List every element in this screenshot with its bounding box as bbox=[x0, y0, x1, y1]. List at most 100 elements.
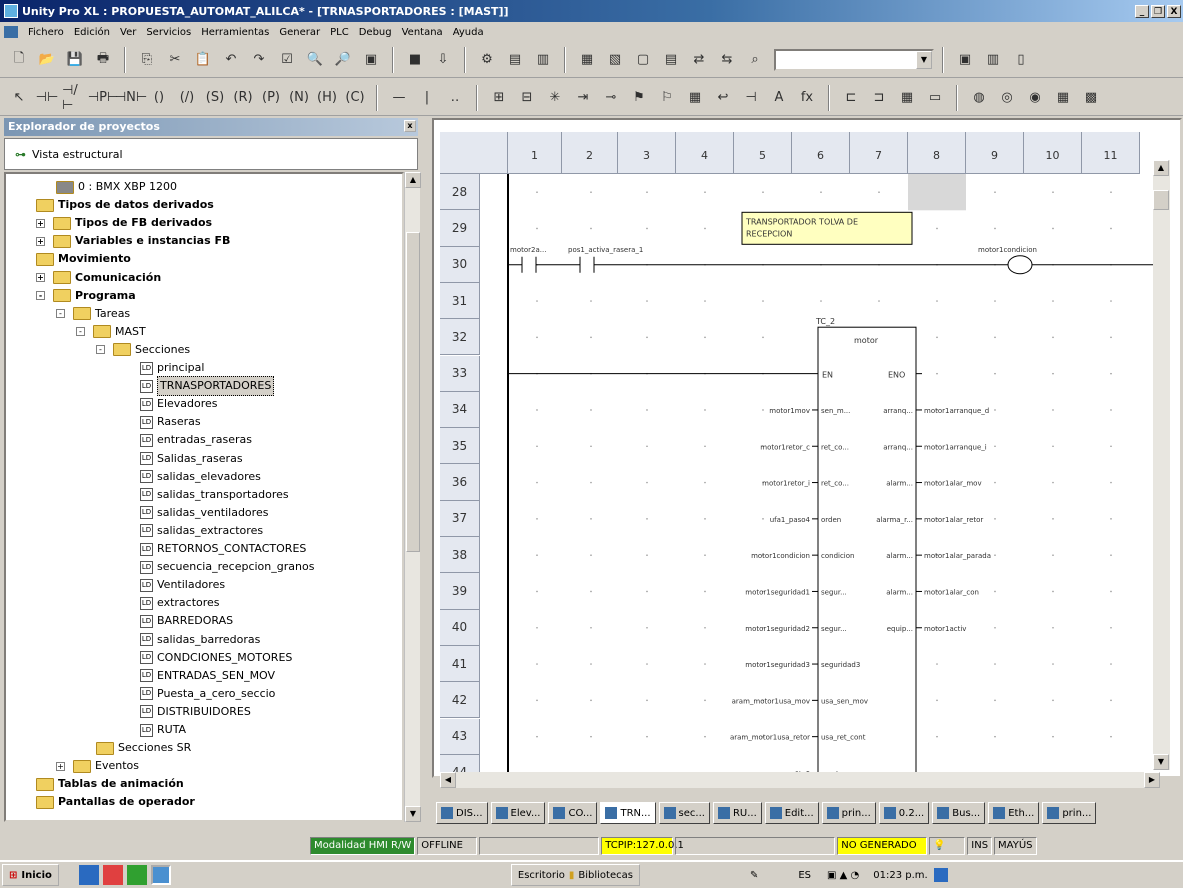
new-file-icon[interactable]: 🗋 bbox=[6, 47, 32, 73]
coil-reset-icon[interactable]: (R) bbox=[230, 85, 256, 111]
return-icon[interactable]: ↩ bbox=[710, 85, 736, 111]
operate-icon[interactable]: ⊞ bbox=[486, 85, 512, 111]
animation-icon[interactable]: ◍ bbox=[966, 85, 992, 111]
grid-icon[interactable]: ▦ bbox=[1050, 85, 1076, 111]
contact-nc-icon[interactable]: ⊣/⊢ bbox=[62, 83, 88, 113]
chevron-down-icon[interactable]: ▼ bbox=[916, 50, 932, 69]
copy-icon[interactable]: ⎘ bbox=[134, 47, 160, 73]
scroll-right-icon[interactable]: ▶ bbox=[1144, 772, 1160, 788]
coil-icon[interactable]: () bbox=[146, 85, 172, 111]
tree-item[interactable]: LD BARREDORAS bbox=[140, 612, 233, 630]
tree-item[interactable]: Movimiento bbox=[36, 250, 131, 268]
pen-icon[interactable]: ✎ bbox=[750, 870, 758, 881]
coil-p-icon[interactable]: (P) bbox=[258, 85, 284, 111]
save-icon[interactable]: 💾 bbox=[62, 47, 88, 73]
collapse-icon[interactable]: - bbox=[36, 291, 45, 301]
collapse-icon[interactable]: - bbox=[96, 345, 105, 355]
tree-item[interactable]: LD ENTRADAS_SEN_MOV bbox=[140, 667, 275, 685]
expand-icon[interactable]: + bbox=[36, 236, 45, 246]
tree-item[interactable]: LD Elevadores bbox=[140, 395, 218, 413]
transfer-icon[interactable]: ⇩ bbox=[430, 47, 456, 73]
menu-debug[interactable]: Debug bbox=[359, 27, 392, 38]
compare-icon[interactable]: ⊟ bbox=[514, 85, 540, 111]
tree-item[interactable]: LD salidas_elevadores bbox=[140, 468, 261, 486]
link-icon[interactable]: ✳ bbox=[542, 85, 568, 111]
menu-ventana[interactable]: Ventana bbox=[402, 27, 443, 38]
tree-item[interactable]: - Secciones bbox=[96, 341, 190, 359]
build-icon[interactable]: ■ bbox=[402, 47, 428, 73]
tree-item[interactable]: LD salidas_extractores bbox=[140, 522, 263, 540]
tree-item[interactable]: + Variables e instancias FB bbox=[36, 232, 230, 250]
tree-item[interactable]: LD salidas_transportadores bbox=[140, 486, 289, 504]
block-icon[interactable]: ▦ bbox=[682, 85, 708, 111]
tree-item[interactable]: LD Ventiladores bbox=[140, 576, 225, 594]
simulator-icon[interactable]: ▥ bbox=[530, 47, 556, 73]
window-icon[interactable]: ▢ bbox=[630, 47, 656, 73]
tree-item[interactable]: LD Puesta_a_cero_seccio bbox=[140, 685, 275, 703]
hline-icon[interactable]: — bbox=[386, 85, 412, 111]
section-tab[interactable]: RU... bbox=[712, 802, 762, 824]
ffb-assist-icon[interactable]: ⚐ bbox=[654, 85, 680, 111]
tree-item[interactable]: Tipos de datos derivados bbox=[36, 196, 214, 214]
monitor-icon[interactable]: ▭ bbox=[922, 85, 948, 111]
dots-icon[interactable]: ‥ bbox=[442, 85, 468, 111]
editor-hscrollbar[interactable]: ◀ ▶ bbox=[440, 772, 1160, 788]
jump-icon[interactable]: ⇥ bbox=[570, 85, 596, 111]
expand-icon[interactable]: + bbox=[56, 761, 65, 771]
section-tab[interactable]: prin... bbox=[821, 802, 876, 824]
tree-item[interactable]: LD CONDCIONES_MOTORES bbox=[140, 649, 292, 667]
menu-herramientas[interactable]: Herramientas bbox=[201, 27, 269, 38]
tree-item[interactable]: Tablas de animación bbox=[36, 775, 184, 793]
coil-h-icon[interactable]: (H) bbox=[314, 85, 340, 111]
library-icon[interactable]: ▧ bbox=[602, 47, 628, 73]
coil-n-icon[interactable]: (N) bbox=[286, 85, 312, 111]
section-tab[interactable]: 0.2... bbox=[878, 802, 930, 824]
tree-item[interactable]: LD DISTRIBUIDORES bbox=[140, 703, 251, 721]
bookmark-icon[interactable]: ▦ bbox=[574, 47, 600, 73]
expand-icon[interactable]: + bbox=[36, 273, 45, 282]
scroll-up-icon[interactable]: ▲ bbox=[1153, 160, 1169, 176]
tree-item[interactable]: LD RETORNOS_CONTACTORES bbox=[140, 540, 306, 558]
scroll-thumb[interactable] bbox=[406, 232, 420, 552]
table-icon[interactable]: ▦ bbox=[894, 85, 920, 111]
start-button[interactable]: ⊞ Inicio bbox=[2, 864, 59, 886]
coil-set-icon[interactable]: (S) bbox=[202, 85, 228, 111]
search-combo[interactable]: ▼ bbox=[774, 48, 934, 71]
connect-icon[interactable]: ⚙ bbox=[474, 47, 500, 73]
contact-n-icon[interactable]: ⊣N⊢ bbox=[115, 85, 147, 111]
watch-icon[interactable]: ◎ bbox=[994, 85, 1020, 111]
tree-item[interactable]: LD salidas_barredoras bbox=[140, 631, 260, 649]
show-desktop-icon[interactable] bbox=[933, 868, 948, 882]
contact-p-icon[interactable]: ⊣P⊢ bbox=[88, 85, 119, 111]
section-tab[interactable]: sec... bbox=[658, 802, 710, 824]
tree-item[interactable]: 0 : BMX XBP 1200 bbox=[56, 178, 177, 196]
scroll-up-icon[interactable]: ▲ bbox=[405, 172, 421, 188]
desktop-toolbar[interactable]: Escritorio ▮ Bibliotecas bbox=[510, 864, 640, 886]
formula-icon[interactable]: fx bbox=[794, 85, 820, 111]
editor-vscrollbar[interactable]: ▲ ▼ bbox=[1153, 160, 1170, 770]
menu-generar[interactable]: Generar bbox=[279, 27, 320, 38]
redo-icon[interactable]: ↷ bbox=[246, 47, 272, 73]
collapse-icon[interactable]: - bbox=[76, 327, 85, 337]
undo-icon[interactable]: ↶ bbox=[218, 47, 244, 73]
layout-icon[interactable]: ▤ bbox=[658, 47, 684, 73]
tree-item[interactable]: LD TRNASPORTADORES bbox=[140, 376, 275, 397]
memory-icon[interactable]: ▣ bbox=[952, 47, 978, 73]
section-tab[interactable]: CO... bbox=[548, 802, 598, 824]
contact-no-icon[interactable]: ⊣⊢ bbox=[34, 85, 60, 111]
split-icon[interactable]: ▥ bbox=[980, 47, 1006, 73]
structural-view-tab[interactable]: ⊶ Vista estructural bbox=[4, 138, 418, 170]
section-tab[interactable]: TRN... bbox=[600, 802, 656, 824]
minimize-button[interactable]: _ bbox=[1135, 4, 1149, 18]
tree-item[interactable]: LD secuencia_recepcion_granos bbox=[140, 558, 314, 576]
section-tab[interactable]: prin... bbox=[1042, 802, 1097, 824]
quicklaunch-users-icon[interactable] bbox=[126, 865, 147, 885]
tree-item[interactable]: Secciones SR bbox=[96, 739, 191, 757]
analyze-icon[interactable]: ▣ bbox=[358, 47, 384, 73]
force-icon[interactable]: ◉ bbox=[1022, 85, 1048, 111]
zoom-icon[interactable]: 🔎 bbox=[330, 47, 356, 73]
language-indicator[interactable]: ES bbox=[798, 870, 811, 881]
label-icon[interactable]: ⊸ bbox=[598, 85, 624, 111]
quicklaunch-ie-icon[interactable] bbox=[78, 865, 99, 885]
open-folder-icon[interactable]: 📂 bbox=[34, 47, 60, 73]
